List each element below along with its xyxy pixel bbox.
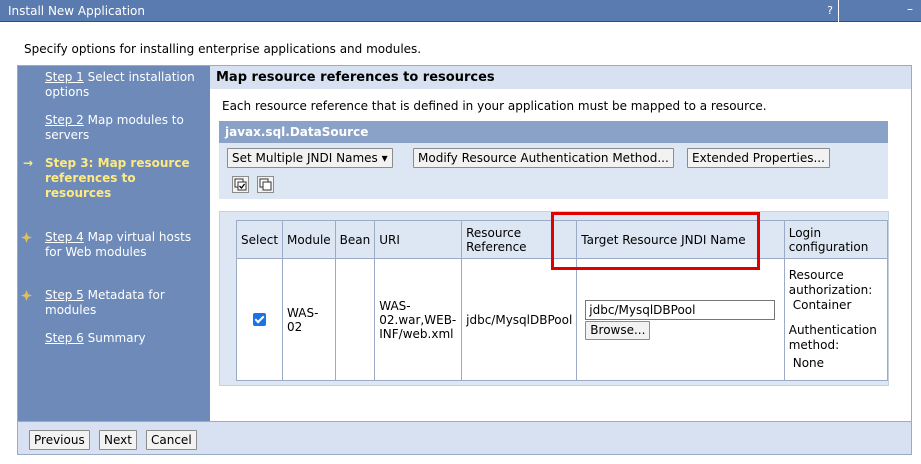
install-wizard: Step 1 Select installation options Step … xyxy=(17,65,912,455)
window-titlebar: Install New Application ? – xyxy=(0,0,921,22)
step-5-number: Step 5 xyxy=(45,288,84,302)
section-title-bar: javax.sql.DataSource xyxy=(219,121,888,143)
extended-properties-button[interactable]: Extended Properties... xyxy=(687,148,830,168)
wizard-footer: Previous Next Cancel xyxy=(18,421,911,454)
step-4-link[interactable]: Step 4 Map virtual hosts for Web modules xyxy=(45,230,205,260)
previous-button[interactable]: Previous xyxy=(29,430,90,450)
step-2-number: Step 2 xyxy=(45,113,84,127)
column-header-module: Module xyxy=(282,220,336,259)
resource-reference-cell: jdbc/MysqlDBPool xyxy=(461,258,578,381)
select-cell xyxy=(235,258,284,381)
set-multiple-jndi-names-button[interactable]: Set Multiple JNDI Names ▾ xyxy=(227,148,393,168)
cancel-button[interactable]: Cancel xyxy=(146,430,197,450)
bean-cell xyxy=(334,258,376,381)
table-row: WAS-02 WAS-02.war,WEB-INF/web.xml jdbc/M… xyxy=(235,258,889,381)
step-4-number: Step 4 xyxy=(45,230,84,244)
current-step-arrow-icon: → xyxy=(23,156,34,170)
step-2-link[interactable]: Step 2 Map modules to servers xyxy=(45,113,205,143)
content-heading: Map resource references to resources xyxy=(216,70,495,85)
step-3-number: Step 3: xyxy=(45,156,94,170)
content-heading-bar: Map resource references to resources xyxy=(210,66,911,89)
datasource-section: javax.sql.DataSource Set Multiple JNDI N… xyxy=(219,121,888,199)
step-3-current: Step 3: Map resource references to resou… xyxy=(45,156,205,201)
column-header-bean: Bean xyxy=(334,220,376,259)
row-select-checkbox[interactable] xyxy=(253,313,267,326)
login-method-value: None xyxy=(792,356,825,370)
browse-button[interactable]: Browse... xyxy=(585,320,651,340)
highlight-annotation-box xyxy=(551,212,760,270)
step-6-link[interactable]: Step 6 Summary xyxy=(45,331,205,346)
titlebar-divider xyxy=(838,0,839,22)
step-5-link[interactable]: Step 5 Metadata for modules xyxy=(45,288,205,318)
select-all-icon[interactable] xyxy=(232,176,249,193)
section-title: javax.sql.DataSource xyxy=(225,125,369,139)
help-icon[interactable]: ? xyxy=(823,3,837,18)
modify-auth-method-button[interactable]: Modify Resource Authentication Method... xyxy=(413,148,674,168)
step-6-number: Step 6 xyxy=(45,331,84,345)
content-description: Each resource reference that is defined … xyxy=(222,99,767,113)
window-title: Install New Application xyxy=(8,4,145,18)
step-6-label: Summary xyxy=(87,331,146,345)
module-cell: WAS-02 xyxy=(282,258,336,381)
step-diamond-icon xyxy=(21,232,32,243)
column-header-select: Select xyxy=(235,220,284,259)
column-header-uri: URI xyxy=(374,220,463,259)
deselect-all-icon[interactable] xyxy=(257,176,274,193)
login-config-cell: Resource authorization: Container Authen… xyxy=(783,258,889,381)
uri-cell: WAS-02.war,WEB-INF/web.xml xyxy=(374,258,463,381)
next-button[interactable]: Next xyxy=(99,430,137,450)
step-diamond-icon xyxy=(21,290,32,301)
step-1-link[interactable]: Step 1 Select installation options xyxy=(45,70,205,100)
section-toolbar: Set Multiple JNDI Names ▾ Modify Resourc… xyxy=(219,143,888,199)
intro-text: Specify options for installing enterpris… xyxy=(24,42,422,56)
column-header-login-config: Login configuration xyxy=(783,220,889,259)
target-jndi-cell: jdbc/MysqlDBPool Browse... xyxy=(576,258,785,381)
target-jndi-input[interactable]: jdbc/MysqlDBPool xyxy=(585,299,776,320)
step-1-number: Step 1 xyxy=(45,70,84,84)
minimize-icon[interactable]: – xyxy=(903,2,917,18)
wizard-steps-panel: Step 1 Select installation options Step … xyxy=(18,66,210,421)
login-method-label: Authentication method: xyxy=(788,323,877,352)
login-auth-label: Resource authorization: xyxy=(788,268,873,297)
login-auth-value: Container xyxy=(792,298,852,312)
